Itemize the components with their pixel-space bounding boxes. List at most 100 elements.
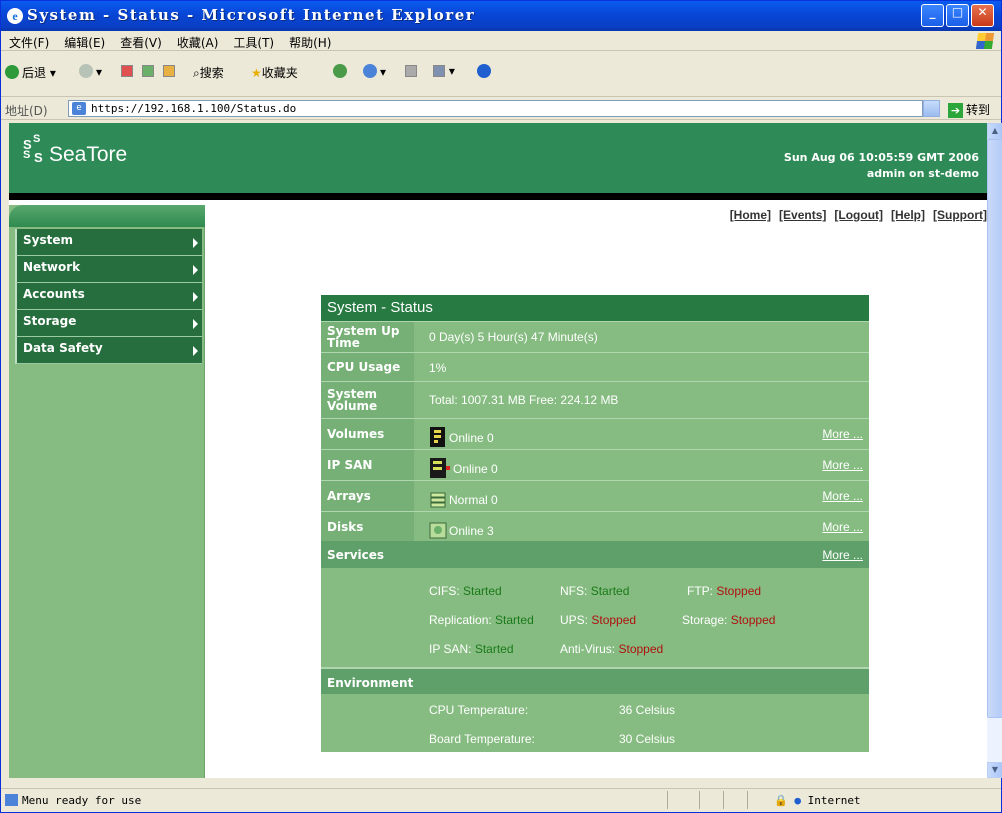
status-divider — [699, 791, 700, 809]
printer-icon — [405, 65, 417, 77]
submenu-arrow-icon — [193, 346, 198, 356]
services-more-link[interactable]: More ... — [822, 548, 863, 562]
service-ups: UPS: Stopped — [560, 613, 637, 627]
menu-tools[interactable]: 工具(T) — [225, 31, 281, 51]
logo-mark-icon: SSSS — [23, 133, 43, 165]
globe-icon: ● — [794, 794, 801, 807]
link-events[interactable]: [Events] — [779, 208, 826, 222]
page-icon — [5, 794, 18, 806]
edit-button[interactable]: ▾ — [433, 64, 455, 78]
forward-button[interactable]: ▾ — [79, 64, 102, 79]
disks-more-link[interactable]: More ... — [822, 520, 863, 534]
ip-san-icon — [430, 458, 450, 478]
link-home[interactable]: [Home] — [730, 208, 771, 222]
service-status: Started — [495, 613, 534, 627]
row-ipsan: IP SAN Online 0 More ... — [321, 449, 869, 480]
header-divider — [9, 193, 987, 200]
bluetooth-button[interactable] — [477, 64, 494, 79]
scroll-thumb[interactable] — [987, 139, 1002, 718]
volumes-label: Volumes — [321, 419, 414, 449]
search-icon: ⌕ — [193, 66, 200, 80]
volumes-more-link[interactable]: More ... — [822, 427, 863, 441]
print-button[interactable] — [405, 64, 417, 78]
uptime-value: 0 Day(s) 5 Hour(s) 47 Minute(s) — [429, 330, 598, 344]
submenu-arrow-icon — [193, 265, 198, 275]
minimize-button[interactable]: _ — [921, 4, 944, 27]
link-logout[interactable]: [Logout] — [834, 208, 883, 222]
search-button[interactable]: ⌕搜索 — [193, 64, 224, 81]
status-bar: Menu ready for use 🔒 ● Internet — [1, 788, 1001, 812]
menu-favorites[interactable]: 收藏(A) — [169, 31, 226, 51]
environment-header: Environment — [321, 667, 869, 694]
row-disks: Disks Online 3 More ... — [321, 511, 869, 541]
service-storage: Storage: Stopped — [682, 613, 776, 627]
uptime-label: System Up Time — [321, 322, 414, 352]
favorites-button[interactable]: ★收藏夹 — [251, 64, 298, 81]
seatore-logo: S S S S SeaTore — [23, 133, 127, 169]
header-user: admin on st-demo — [866, 167, 979, 180]
edit-icon — [433, 65, 445, 77]
mail-icon — [363, 64, 377, 78]
service-ftp: FTP: Stopped — [687, 584, 762, 598]
close-button[interactable]: ✕ — [971, 4, 994, 27]
sidebar-item-storage[interactable]: Storage — [15, 310, 202, 337]
service-ip-san: IP SAN: Started — [429, 642, 514, 656]
service-nfs: NFS: Started — [560, 584, 630, 598]
header-datetime: Sun Aug 06 10:05:59 GMT 2006 — [783, 151, 979, 164]
cpu-temperature-value: 36 Celsius — [619, 703, 676, 717]
toolbar: 后退 ▾ ▾ ⌕搜索 ★收藏夹 ▾ ▾ — [1, 51, 1001, 97]
submenu-arrow-icon — [193, 319, 198, 329]
vertical-scrollbar[interactable]: ▲ ▼ — [987, 123, 1002, 778]
go-button[interactable]: ➔ 转到 — [948, 101, 990, 118]
header-info: Sun Aug 06 10:05:59 GMT 2006 admin on st… — [784, 150, 979, 182]
cpu-label: CPU Usage — [321, 353, 414, 381]
disks-label: Disks — [321, 512, 414, 541]
sidebar-item-data-safety[interactable]: Data Safety — [15, 337, 202, 364]
ipsan-value: Online 0 — [429, 458, 498, 478]
stop-button[interactable] — [121, 64, 133, 78]
back-button[interactable]: 后退 ▾ — [5, 64, 56, 81]
page-content: S S S S SeaTore Sun Aug 06 10:05:59 GMT 2006… — [9, 123, 987, 778]
mail-button[interactable]: ▾ — [363, 64, 386, 79]
history-icon — [333, 64, 347, 78]
status-divider — [667, 791, 668, 809]
sidebar-item-system[interactable]: System — [15, 229, 202, 256]
service-status: Started — [590, 584, 630, 598]
history-button[interactable] — [333, 64, 350, 79]
board-temperature-label: Board Temperature: — [429, 732, 535, 746]
address-input[interactable]: e https://192.168.1.100/Status.do — [68, 100, 923, 117]
services-header: Services More ... — [321, 541, 869, 568]
browser-window: e System - Status - Microsoft Internet E… — [0, 0, 1002, 813]
home-button[interactable] — [163, 64, 175, 78]
menu-view[interactable]: 查看(V) — [112, 31, 169, 51]
top-links: [Home] [Events] [Logout] [Help] [Support] — [722, 208, 987, 222]
sidebar-item-network[interactable]: Network — [15, 256, 202, 283]
menu-edit[interactable]: 编辑(E) — [56, 31, 112, 51]
address-dropdown-button[interactable] — [923, 100, 940, 117]
sidebar: System Network Accounts Storage Data Saf… — [9, 205, 205, 778]
link-help[interactable]: [Help] — [891, 208, 925, 222]
row-cpu: CPU Usage 1% — [321, 352, 869, 381]
link-support[interactable]: [Support] — [933, 208, 987, 222]
menu-bar: 文件(F) 编辑(E) 查看(V) 收藏(A) 工具(T) 帮助(H) — [1, 31, 1001, 51]
windows-logo-icon — [975, 33, 995, 49]
menu-file[interactable]: 文件(F) — [1, 31, 56, 51]
scroll-up-button[interactable]: ▲ — [987, 123, 1002, 139]
ipsan-more-link[interactable]: More ... — [822, 458, 863, 472]
scroll-down-button[interactable]: ▼ — [987, 762, 1002, 778]
title-bar[interactable]: e System - Status - Microsoft Internet E… — [1, 1, 1001, 31]
volumes-value: Online 0 — [429, 427, 494, 447]
cpu-temperature-label: CPU Temperature: — [429, 703, 529, 717]
refresh-button[interactable] — [142, 64, 154, 78]
sidebar-item-accounts[interactable]: Accounts — [15, 283, 202, 310]
service-cifs: CIFS: Started — [429, 584, 502, 598]
maximize-button[interactable]: □ — [946, 4, 969, 27]
address-bar: 地址(D) e https://192.168.1.100/Status.do ➔… — [1, 98, 1001, 120]
ie-icon: e — [7, 8, 23, 24]
service-status: Stopped — [591, 613, 637, 627]
menu-help[interactable]: 帮助(H) — [281, 31, 338, 51]
service-status: Started — [474, 642, 514, 656]
panel-title: System - Status — [321, 295, 869, 321]
star-icon: ★ — [251, 66, 262, 80]
arrays-more-link[interactable]: More ... — [822, 489, 863, 503]
